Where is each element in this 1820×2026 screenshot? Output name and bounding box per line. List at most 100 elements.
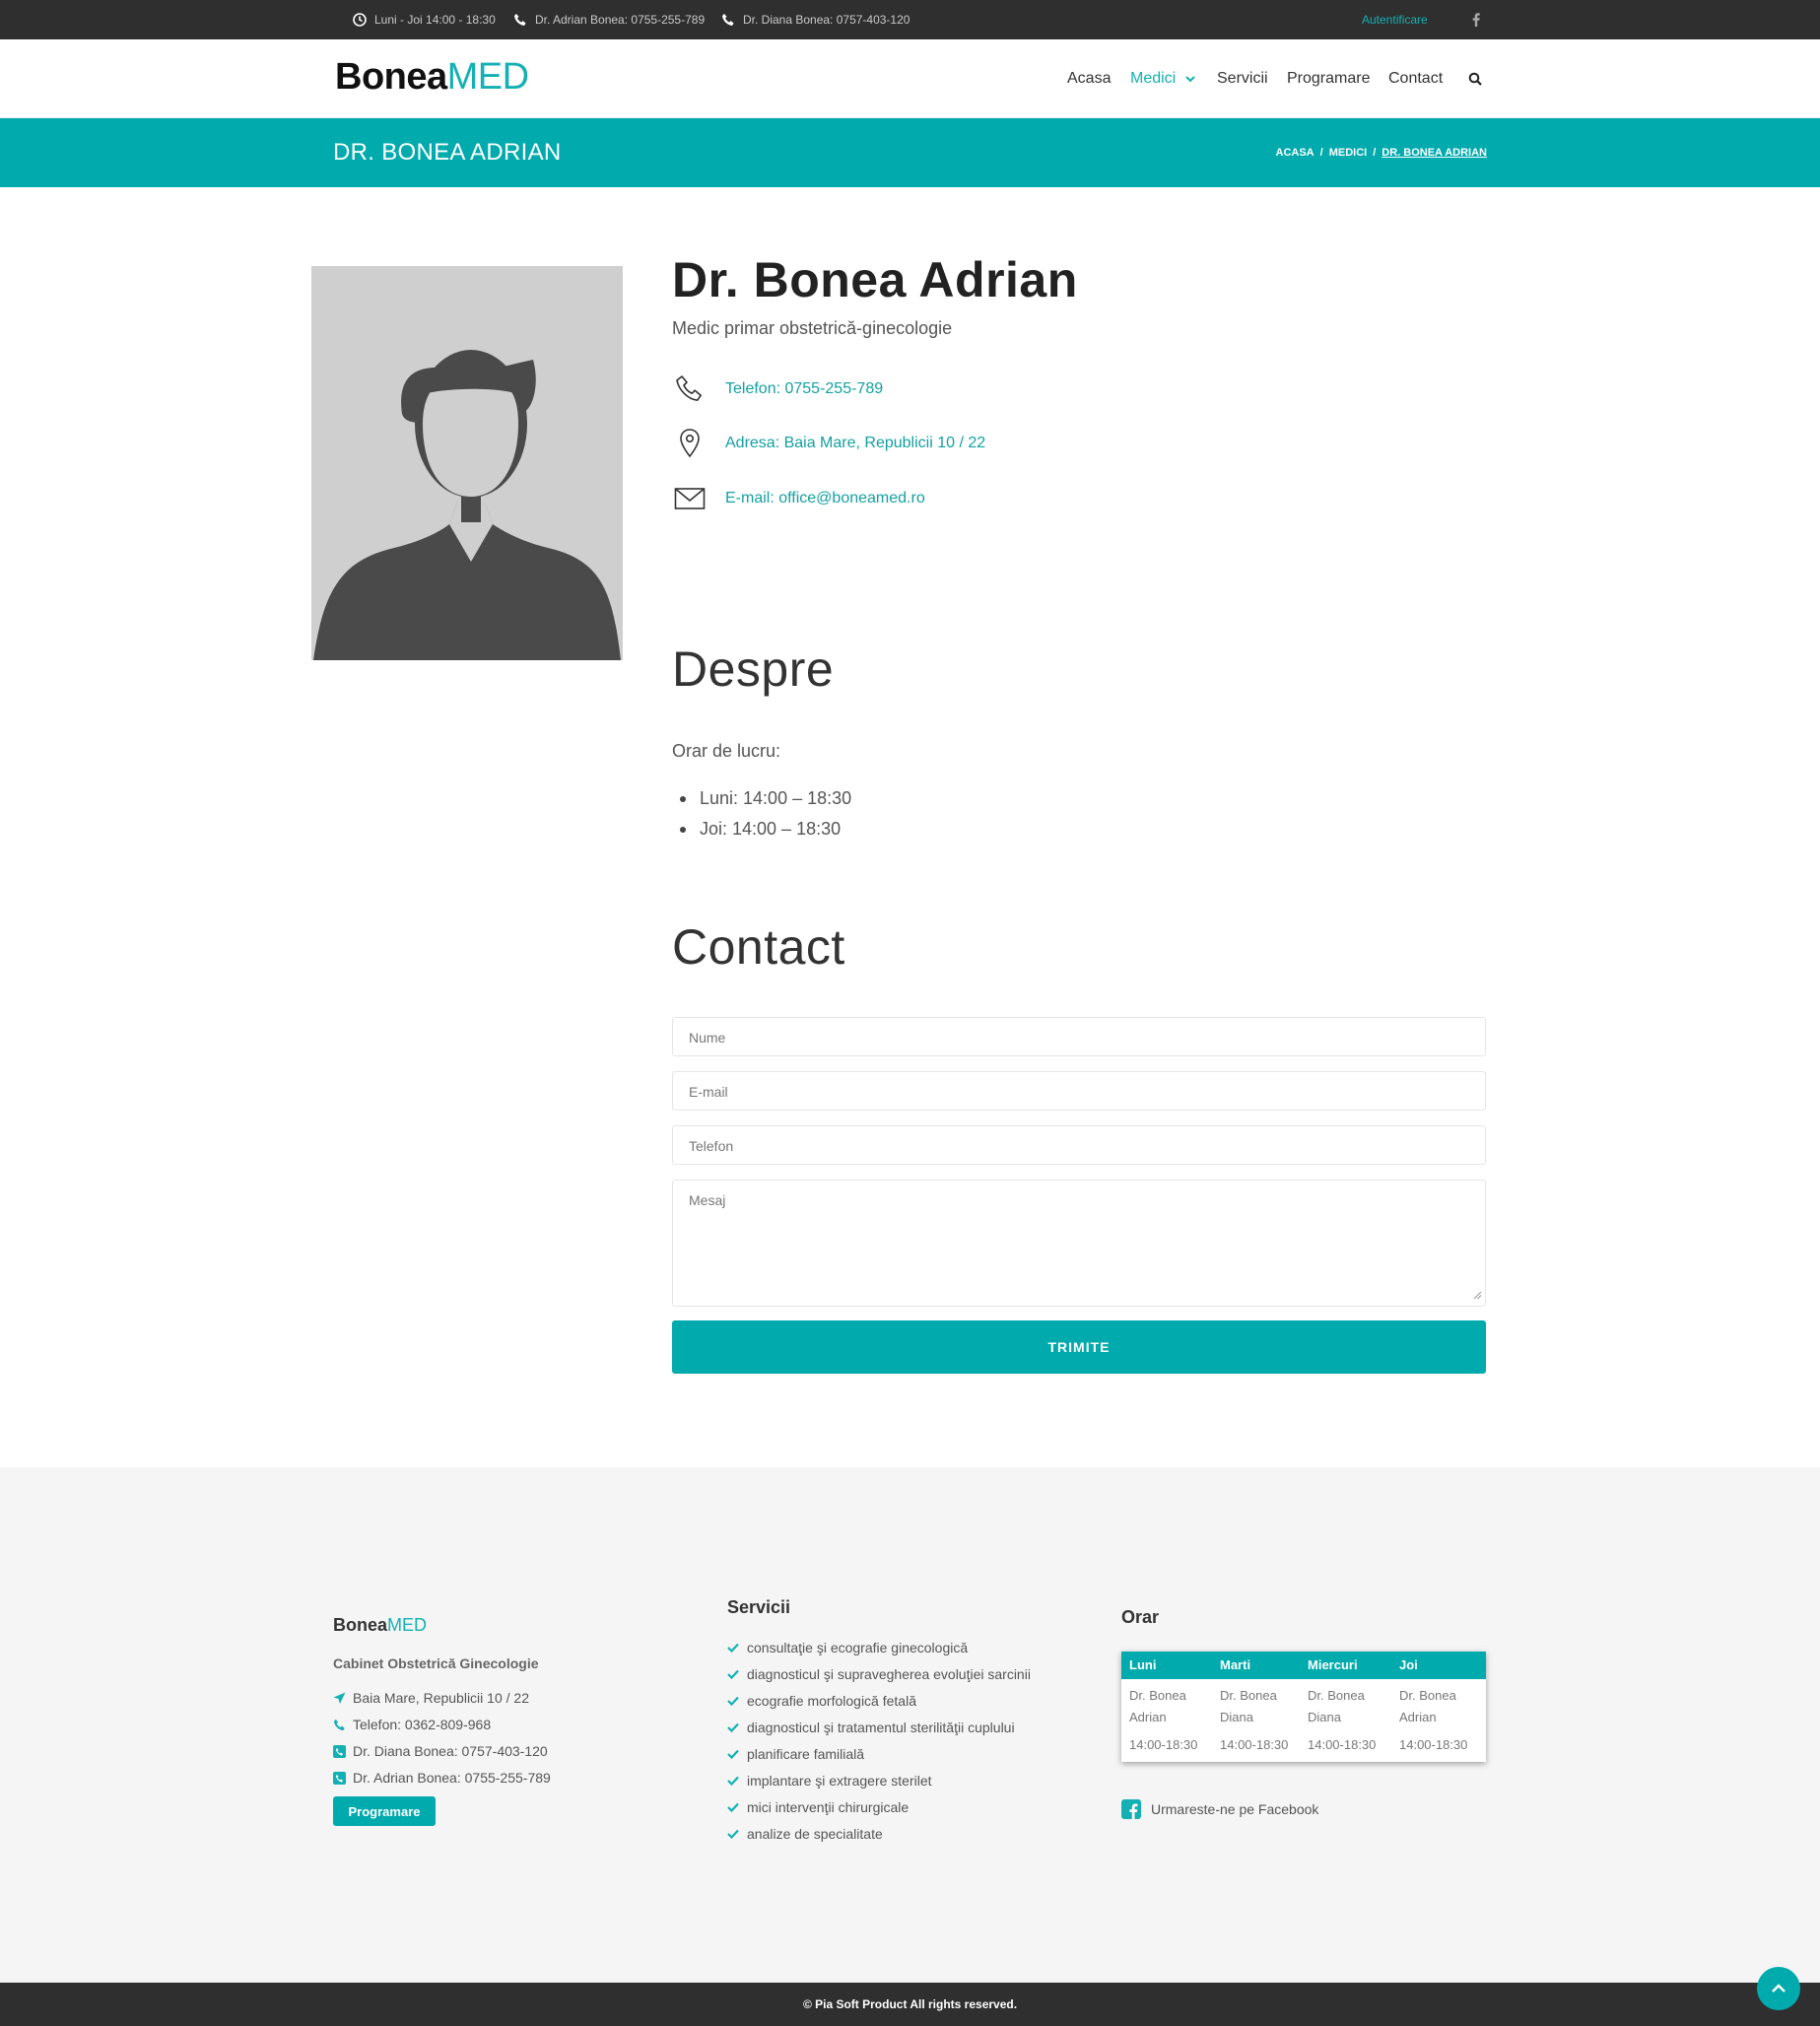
schedule-doctor-cell: Dr. Bonea	[1308, 1688, 1365, 1703]
location-pin-icon	[672, 428, 708, 459]
doctor-email[interactable]: E-mail: office@boneamed.ro	[672, 487, 925, 510]
nav-home[interactable]: Acasa	[1067, 39, 1111, 118]
nav-appointment[interactable]: Programare	[1287, 39, 1370, 118]
check-icon	[727, 1643, 747, 1653]
service-item: mici intervenţii chirurgicale	[727, 1799, 909, 1815]
facebook-icon	[1121, 1799, 1151, 1819]
clock-icon	[353, 13, 367, 27]
schedule-item: Luni: 14:00 – 18:30	[680, 788, 851, 809]
check-icon	[727, 1696, 747, 1706]
footer-appointment-button[interactable]: Programare	[333, 1796, 436, 1826]
facebook-follow-link[interactable]: Urmareste-ne pe Facebook	[1121, 1799, 1318, 1819]
service-item-text: planificare familială	[747, 1746, 865, 1762]
footer-adrian-text: Dr. Adrian Bonea: 0755-255-789	[353, 1770, 551, 1786]
schedule-doctor-cell: Diana	[1308, 1710, 1341, 1724]
breadcrumb-home[interactable]: ACASA	[1276, 147, 1314, 159]
nav-services[interactable]: Servicii	[1217, 39, 1268, 118]
footer-phone-adrian[interactable]: Dr. Adrian Bonea: 0755-255-789	[333, 1770, 551, 1786]
copyright-text: © Pia Soft Product All rights reserved.	[802, 1997, 1018, 2011]
schedule-item-text: Joi: 14:00 – 18:30	[700, 819, 842, 839]
schedule-doctor-cell: Adrian	[1399, 1710, 1437, 1724]
footer-logo-med: MED	[387, 1615, 428, 1635]
footer-logo-bonea: Bonea	[333, 1615, 388, 1635]
footer-logo: BoneaMED	[333, 1615, 427, 1636]
footer: BoneaMED Cabinet Obstetrică Ginecologie …	[0, 1467, 1820, 1983]
check-icon	[727, 1829, 747, 1839]
schedule-hours-cell: 14:00-18:30	[1399, 1737, 1468, 1752]
phone-square-icon	[333, 1771, 353, 1785]
check-icon	[727, 1669, 747, 1679]
resize-handle-icon[interactable]	[1473, 1287, 1482, 1303]
phone-square-icon	[333, 1744, 353, 1758]
phone-diana-text: Dr. Diana Bonea: 0757-403-120	[743, 13, 910, 27]
nav-contact[interactable]: Contact	[1388, 39, 1443, 118]
doctor-phone[interactable]: Telefon: 0755-255-789	[672, 374, 883, 404]
submit-button[interactable]: TRIMITE	[672, 1320, 1486, 1374]
phone-adrian-text: Dr. Adrian Bonea: 0755-255-789	[535, 13, 706, 27]
working-hours: Luni - Joi 14:00 - 18:30	[353, 0, 496, 39]
search-icon[interactable]	[1468, 39, 1482, 118]
schedule-doctor-cell: Dr. Bonea	[1399, 1688, 1456, 1703]
doctor-address[interactable]: Adresa: Baia Mare, Republicii 10 / 22	[672, 428, 985, 459]
site-header: BoneaMED Acasa Medici Servicii Programar…	[0, 39, 1820, 118]
logo-text-bonea: Bonea	[335, 56, 447, 98]
schedule-hours-cell: 14:00-18:30	[1220, 1737, 1289, 1752]
footer-phone[interactable]: Telefon: 0362-809-968	[333, 1717, 491, 1732]
phone-field[interactable]: Telefon	[672, 1125, 1486, 1165]
footer-services-heading: Servicii	[727, 1597, 791, 1617]
schedule-label: Orar de lucru:	[672, 741, 781, 761]
footer-address-text: Baia Mare, Republicii 10 / 22	[353, 1690, 529, 1706]
email-field[interactable]: E-mail	[672, 1071, 1486, 1111]
breadcrumb-separator: /	[1319, 147, 1323, 159]
footer-schedule-heading: Orar	[1121, 1607, 1160, 1627]
breadcrumb-doctors[interactable]: MEDICI	[1329, 147, 1368, 159]
doctor-phone-text: Telefon: 0755-255-789	[725, 380, 884, 397]
service-item-text: implantare şi extragere sterilet	[747, 1773, 932, 1789]
paper-plane-icon	[333, 1692, 353, 1705]
footer-diana-text: Dr. Diana Bonea: 0757-403-120	[353, 1743, 548, 1759]
doctor-photo	[311, 266, 623, 660]
phone-adrian[interactable]: Dr. Adrian Bonea: 0755-255-789	[513, 0, 705, 39]
schedule-item: Joi: 14:00 – 18:30	[680, 819, 841, 840]
login-link[interactable]: Autentificare	[1362, 0, 1428, 39]
doctor-specialty: Medic primar obstetrică-ginecologie	[672, 318, 953, 338]
phone-icon	[672, 374, 708, 404]
message-field[interactable]: Mesaj	[672, 1180, 1486, 1307]
schedule-hours-cell: 14:00-18:30	[1308, 1737, 1377, 1752]
bullet	[680, 826, 686, 833]
schedule-table-header: Luni Marti Miercuri Joi	[1121, 1652, 1486, 1679]
scroll-to-top-button[interactable]	[1757, 1967, 1800, 2010]
name-field[interactable]: Nume	[672, 1017, 1486, 1056]
facebook-icon[interactable]	[1472, 0, 1480, 39]
check-icon	[727, 1776, 747, 1786]
doctor-address-text: Adresa: Baia Mare, Republicii 10 / 22	[725, 435, 986, 451]
check-icon	[727, 1802, 747, 1812]
arrow-up-icon	[1771, 1984, 1786, 1993]
message-placeholder: Mesaj	[689, 1192, 726, 1208]
page-title-bar: DR. BONEA ADRIAN ACASA / MEDICI / DR. BO…	[0, 118, 1820, 187]
schedule-doctor-cell: Diana	[1220, 1710, 1253, 1724]
phone-icon	[513, 13, 527, 27]
phone-icon	[721, 13, 735, 27]
footer-phone-text: Telefon: 0362-809-968	[353, 1717, 492, 1732]
copyright-bar: © Pia Soft Product All rights reserved.	[0, 1983, 1820, 2026]
phone-diana[interactable]: Dr. Diana Bonea: 0757-403-120	[721, 0, 910, 39]
chevron-down-icon	[1185, 75, 1195, 83]
service-item-text: consultaţie şi ecografie ginecologică	[747, 1640, 969, 1655]
service-item: implantare şi extragere sterilet	[727, 1773, 932, 1789]
breadcrumb-separator: /	[1373, 147, 1377, 159]
schedule-header-cell: Luni	[1129, 1657, 1157, 1672]
schedule-header-cell: Marti	[1220, 1657, 1251, 1672]
nav-doctors[interactable]: Medici	[1130, 39, 1195, 118]
about-heading: Despre	[672, 642, 835, 697]
service-item: ecografie morfologică fetală	[727, 1693, 916, 1709]
site-logo[interactable]: BoneaMED	[335, 56, 529, 99]
service-item: diagnosticul şi supravegherea evoluţiei …	[727, 1666, 1031, 1682]
footer-phone-diana[interactable]: Dr. Diana Bonea: 0757-403-120	[333, 1743, 548, 1759]
breadcrumb-current[interactable]: DR. BONEA ADRIAN	[1382, 147, 1487, 159]
service-item-text: ecografie morfologică fetală	[747, 1693, 916, 1709]
service-item: analize de specialitate	[727, 1826, 883, 1842]
footer-address: Baia Mare, Republicii 10 / 22	[333, 1690, 529, 1706]
service-item-text: diagnosticul şi tratamentul sterilităţii…	[747, 1720, 1015, 1735]
schedule-doctor-cell: Dr. Bonea	[1220, 1688, 1277, 1703]
